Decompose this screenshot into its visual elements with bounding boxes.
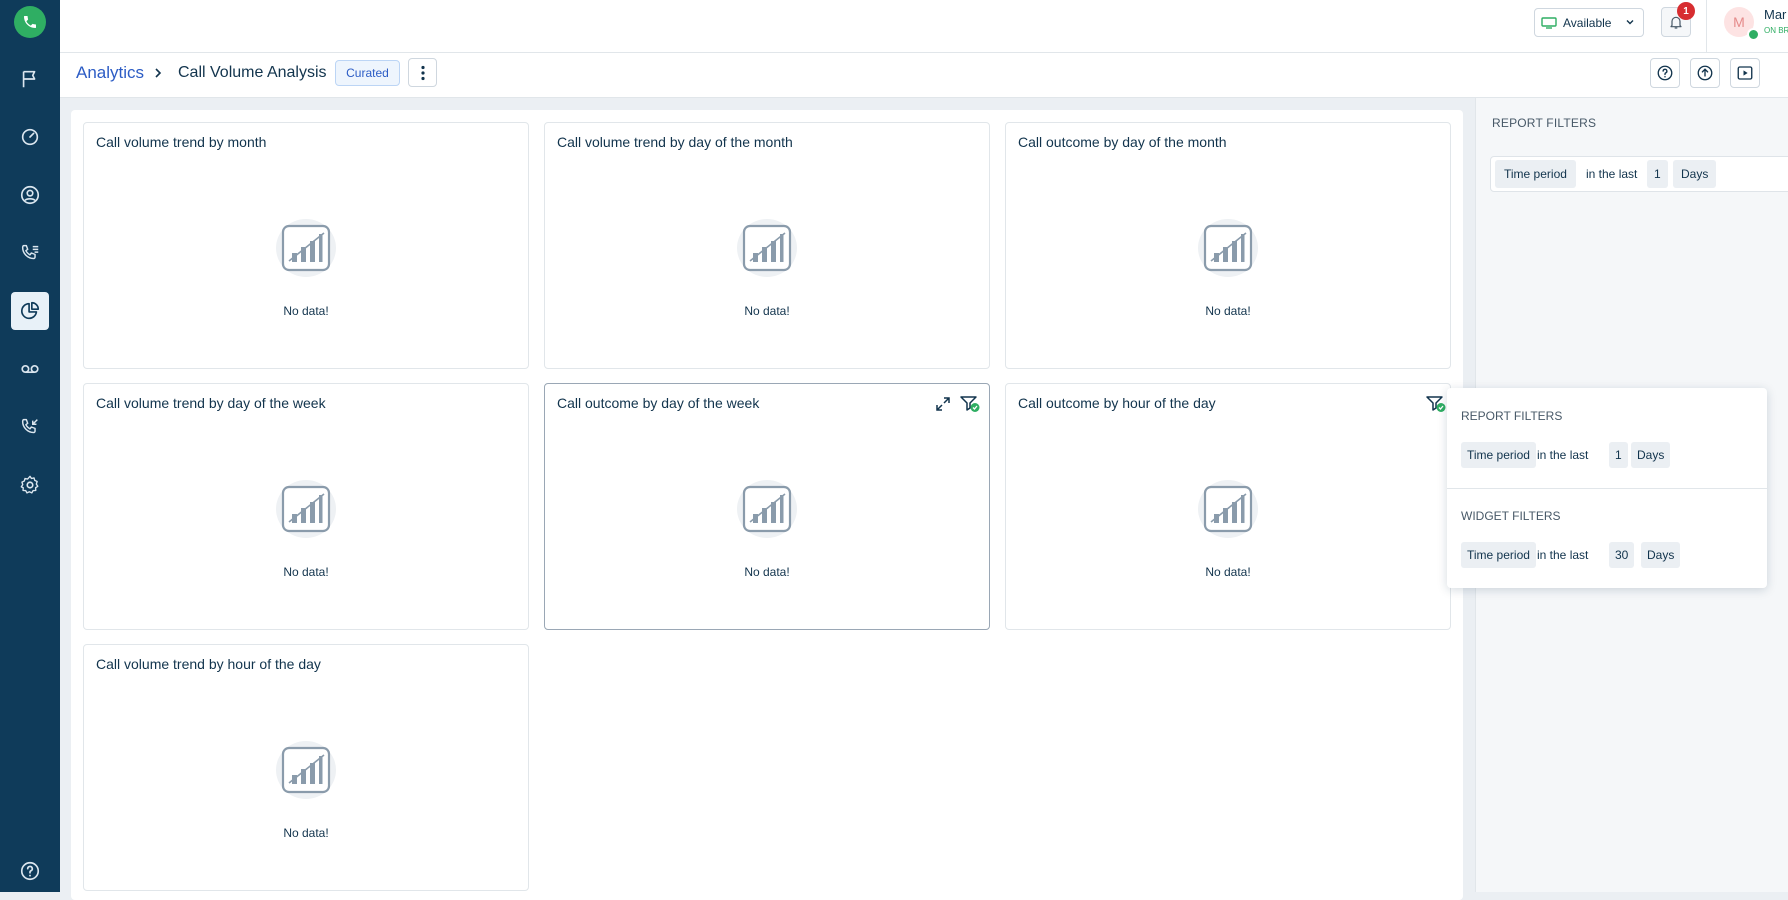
widget-title: Call volume trend by day of the month <box>557 134 793 150</box>
empty-chart-icon <box>737 480 797 538</box>
report-filter-value-chip: 1 <box>1609 442 1628 468</box>
report-filter-row[interactable]: Time period in the last 1 Days <box>1490 156 1788 192</box>
no-data-text: No data! <box>283 304 329 318</box>
empty-chart-icon <box>276 741 336 799</box>
report-filters-heading: REPORT FILTERS <box>1492 116 1597 130</box>
widget-title: Call outcome by day of the week <box>557 395 760 411</box>
empty-chart-icon <box>737 219 797 277</box>
empty-chart-icon <box>1198 480 1258 538</box>
filter-operator-text: in the last <box>1586 167 1638 181</box>
online-status-dot <box>1747 28 1760 41</box>
flag-icon <box>22 70 36 88</box>
widget-card[interactable]: Call outcome by day of the month No data… <box>1005 122 1451 369</box>
widget-card[interactable]: Call volume trend by month No data! <box>83 122 529 369</box>
widget-title: Call volume trend by month <box>96 134 267 150</box>
chevron-down-icon <box>1626 20 1634 25</box>
export-button[interactable] <box>1690 58 1720 88</box>
page-title: Call Volume Analysis <box>178 64 327 81</box>
filter-field-chip: Time period <box>1495 160 1576 188</box>
sidebar-item-voicemail[interactable] <box>11 350 49 388</box>
user-name[interactable]: Mar <box>1764 7 1786 22</box>
callback-icon <box>21 418 38 434</box>
expand-icon <box>936 397 950 411</box>
sidebar-item-callback[interactable] <box>11 408 49 446</box>
help-icon <box>20 861 40 881</box>
widget-title: Call volume trend by day of the week <box>96 395 326 411</box>
widget-filter-value-chip: 30 <box>1609 542 1635 568</box>
curated-badge: Curated <box>335 60 400 86</box>
empty-chart-icon <box>276 480 336 538</box>
availability-status: Available <box>1563 15 1612 30</box>
no-data-text: No data! <box>744 565 790 579</box>
divider <box>1706 0 1707 52</box>
sidebar-item-analytics[interactable] <box>11 292 49 330</box>
filter-value-chip: 1 <box>1647 160 1668 188</box>
contacts-icon <box>20 185 40 205</box>
sidebar-item-contacts[interactable] <box>11 176 49 214</box>
monitor-icon <box>1541 16 1557 29</box>
phone-logo-icon[interactable] <box>14 6 46 38</box>
notification-count-badge: 1 <box>1677 2 1695 20</box>
no-data-text: No data! <box>1205 304 1251 318</box>
widget-card[interactable]: Call outcome by day of the week No data! <box>544 383 990 630</box>
report-filter-operator-text: in the last <box>1537 448 1589 462</box>
sidebar-item-help[interactable] <box>11 852 49 890</box>
widget-card[interactable]: Call volume trend by day of the month No… <box>544 122 990 369</box>
help-button[interactable] <box>1650 58 1680 88</box>
widget-card[interactable]: Call outcome by hour of the day No data! <box>1005 383 1451 630</box>
top-bar <box>60 0 1788 53</box>
widget-filter-operator-text: in the last <box>1537 548 1589 562</box>
filter-unit-chip: Days <box>1673 160 1717 188</box>
report-filter-unit-chip: Days <box>1631 442 1671 468</box>
more-options-button[interactable] <box>408 58 437 87</box>
sidebar-item-settings[interactable] <box>11 466 49 504</box>
expand-button[interactable] <box>931 392 955 416</box>
widget-filter-button[interactable] <box>958 392 982 416</box>
page-header: Analytics Call Volume Analysis Curated <box>60 53 1788 98</box>
widget-title: Call outcome by day of the month <box>1018 134 1227 150</box>
filter-applied-icon <box>1426 396 1446 412</box>
voicemail-icon <box>21 364 39 374</box>
sidebar <box>0 0 60 892</box>
widget-card[interactable]: Call volume trend by hour of the day No … <box>83 644 529 891</box>
popover-widget-filters-heading: WIDGET FILTERS <box>1461 509 1561 523</box>
no-data-text: No data! <box>1205 565 1251 579</box>
sidebar-item-call-log[interactable] <box>11 234 49 272</box>
widget-filter-unit-chip: Days <box>1641 542 1681 568</box>
analytics-icon <box>20 301 40 320</box>
widgets-grid: Call volume trend by month No data! Call… <box>71 110 1463 900</box>
widget-title: Call outcome by hour of the day <box>1018 395 1216 411</box>
popover-divider <box>1447 488 1767 489</box>
present-button[interactable] <box>1730 58 1760 88</box>
kebab-menu-icon <box>420 65 425 80</box>
no-data-text: No data! <box>744 304 790 318</box>
widget-filters-popover: REPORT FILTERS Time period in the last 1… <box>1447 388 1767 588</box>
popover-report-filters-heading: REPORT FILTERS <box>1461 409 1563 423</box>
sidebar-item-dashboard[interactable] <box>11 118 49 156</box>
empty-chart-icon <box>276 219 336 277</box>
widget-card[interactable]: Call volume trend by day of the week No … <box>83 383 529 630</box>
breadcrumb-analytics[interactable]: Analytics <box>76 63 144 83</box>
report-filter-field-chip: Time period <box>1461 442 1536 468</box>
chevron-right-icon <box>155 68 162 78</box>
no-data-text: No data! <box>283 826 329 840</box>
export-icon <box>1697 65 1713 81</box>
widget-title: Call volume trend by hour of the day <box>96 656 321 672</box>
settings-icon <box>20 475 39 494</box>
dashboard-icon <box>21 128 39 146</box>
sidebar-item-flag[interactable] <box>11 60 49 98</box>
no-data-text: No data! <box>283 565 329 579</box>
question-icon <box>1657 65 1673 81</box>
call-log-icon <box>21 244 39 260</box>
user-status-text: ON BR <box>1764 26 1788 35</box>
play-icon <box>1737 66 1753 80</box>
widget-filter-button[interactable] <box>1424 392 1448 416</box>
empty-chart-icon <box>1198 219 1258 277</box>
widget-filter-field-chip: Time period <box>1461 542 1536 568</box>
filter-applied-icon <box>960 396 980 412</box>
availability-dropdown[interactable]: Available <box>1534 8 1644 37</box>
